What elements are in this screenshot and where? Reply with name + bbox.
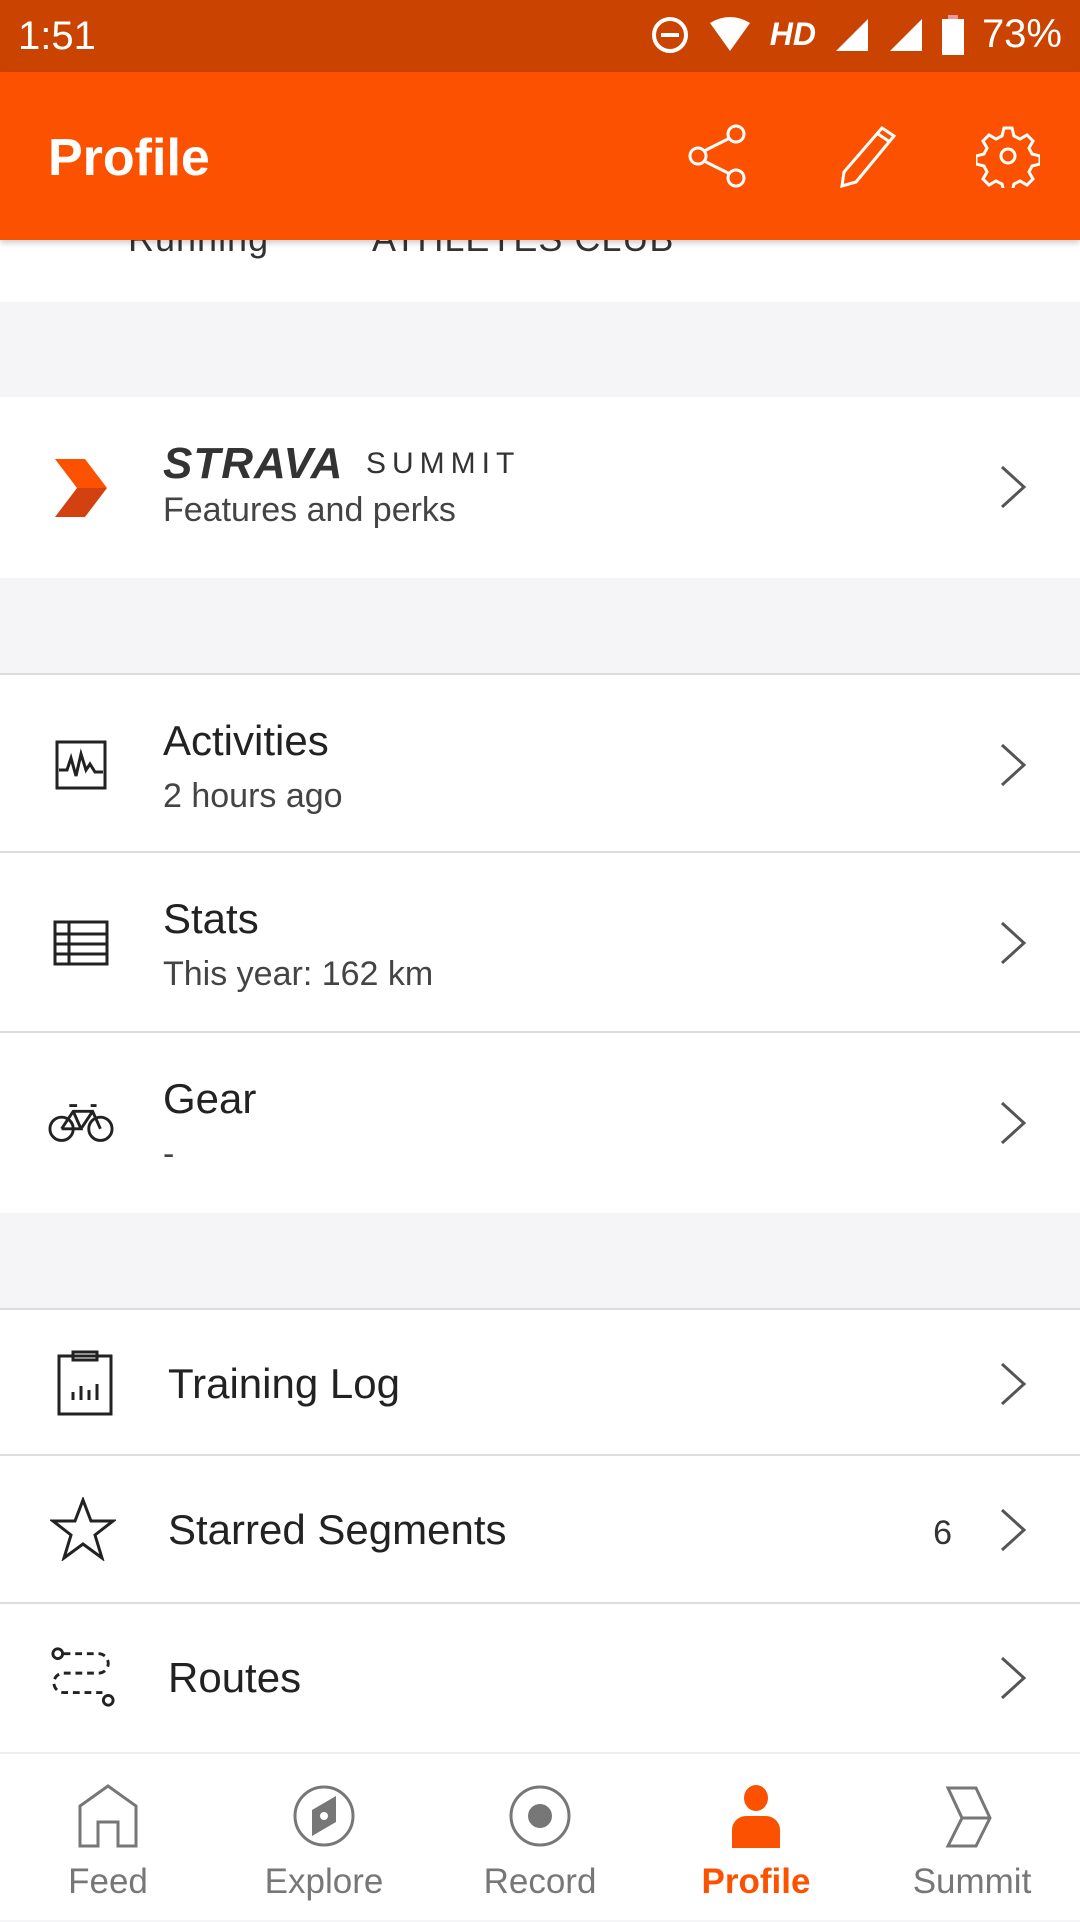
list-item-training-log[interactable]: Training Log [0, 1308, 1080, 1456]
item-title: Activities [163, 717, 329, 764]
home-icon [78, 1784, 138, 1848]
chevron-right-icon [1000, 921, 1027, 965]
strava-logo-icon [48, 455, 114, 521]
compass-icon [293, 1785, 355, 1847]
nav-label: Explore [264, 1862, 384, 1901]
dnd-icon [651, 16, 688, 53]
signal-icon [835, 18, 868, 51]
share-button[interactable] [680, 118, 756, 194]
nav-record[interactable]: Record [432, 1754, 648, 1922]
status-bar: 1:51 HD 73% [0, 0, 1080, 72]
list-item-starred-segments[interactable]: Starred Segments 6 [0, 1456, 1080, 1604]
item-title: Gear [163, 1075, 257, 1122]
list-item-routes[interactable]: Routes [0, 1604, 1080, 1752]
chevron-right-icon [1000, 465, 1027, 509]
list-item-activities[interactable]: Activities 2 hours ago [0, 673, 1080, 853]
status-time: 1:51 [18, 14, 96, 58]
nav-label: Profile [701, 1862, 811, 1901]
page-title: Profile [48, 129, 210, 187]
nav-feed[interactable]: Feed [0, 1754, 216, 1922]
nav-summit[interactable]: Summit [864, 1754, 1080, 1922]
nav-explore[interactable]: Explore [216, 1754, 432, 1922]
battery-level: 73% [981, 12, 1062, 56]
summit-icon [945, 1786, 992, 1848]
item-title: Starred Segments [168, 1506, 507, 1553]
chevron-right-icon [1000, 1362, 1027, 1406]
person-icon [732, 1785, 780, 1848]
settings-button[interactable] [970, 118, 1046, 194]
activity-chart-icon [48, 732, 114, 798]
starred-count: 6 [933, 1514, 952, 1552]
nav-label: Summit [912, 1862, 1032, 1901]
item-subtitle: 2 hours ago [163, 777, 343, 815]
nav-profile[interactable]: Profile [648, 1754, 864, 1922]
share-icon [688, 124, 746, 188]
table-icon [48, 910, 114, 976]
network-type: HD [769, 16, 816, 52]
settings-icon [976, 126, 1040, 188]
record-icon [509, 1785, 571, 1847]
bike-icon [48, 1090, 114, 1156]
item-subtitle: - [163, 1135, 175, 1173]
summit-subtitle: Features and perks [163, 491, 456, 529]
app-bar: Profile [0, 72, 1080, 240]
nav-label: Feed [68, 1862, 148, 1901]
summit-row[interactable]: STRAVA SUMMIT Features and perks [0, 397, 1080, 578]
chevron-right-icon [1000, 1656, 1027, 1700]
list-item-stats[interactable]: Stats This year: 162 km [0, 853, 1080, 1033]
nav-label: Record [483, 1862, 597, 1901]
route-icon [50, 1644, 116, 1710]
battery-icon [941, 14, 964, 55]
item-title: Routes [168, 1654, 302, 1701]
star-icon [50, 1496, 116, 1562]
bottom-nav: Feed Explore Record Profile Summit [0, 1752, 1080, 1920]
chevron-right-icon [1000, 1101, 1027, 1145]
signal-icon [889, 18, 922, 51]
item-subtitle: This year: 162 km [163, 955, 434, 993]
wifi-icon [709, 16, 750, 51]
list-item-gear[interactable]: Gear - [0, 1033, 1080, 1213]
strava-brand: STRAVA [163, 439, 344, 488]
chevron-right-icon [1000, 743, 1027, 787]
clipboard-chart-icon [52, 1350, 118, 1416]
item-title: Training Log [168, 1360, 400, 1407]
edit-icon [840, 126, 897, 188]
chevron-right-icon [1000, 1508, 1027, 1552]
item-title: Stats [163, 895, 259, 942]
summit-label: SUMMIT [366, 447, 521, 480]
edit-button[interactable] [828, 118, 904, 194]
